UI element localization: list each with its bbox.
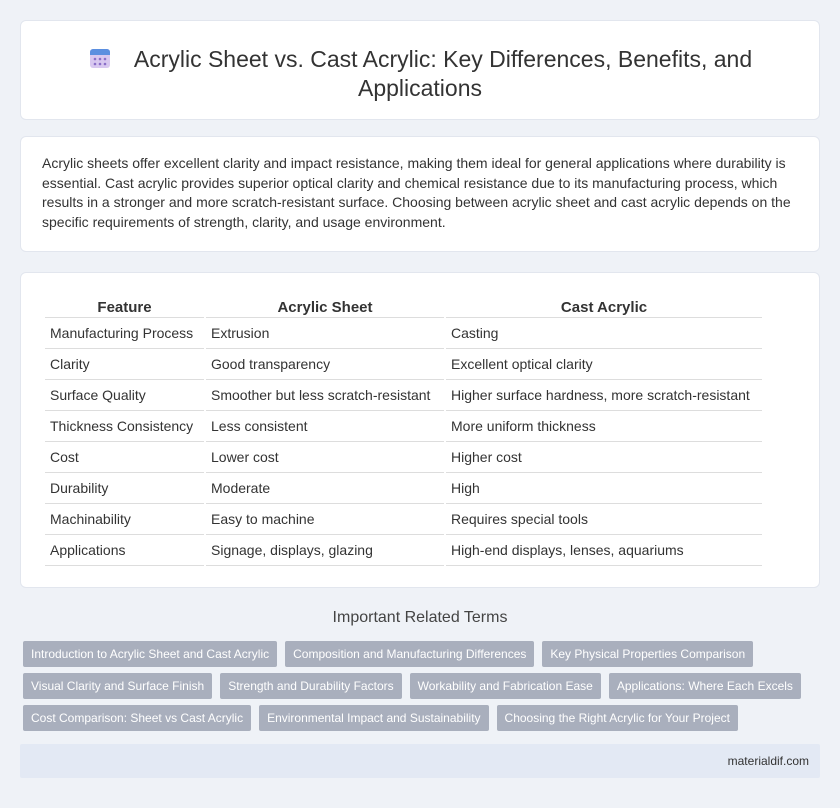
tag-row: Cost Comparison: Sheet vs Cast Acrylic E… — [23, 705, 783, 731]
table-row: Clarity Good transparency Excellent opti… — [45, 349, 762, 380]
table-cell: Machinability — [45, 504, 204, 535]
table-row: Machinability Easy to machine Requires s… — [45, 504, 762, 535]
page-title: Acrylic Sheet vs. Cast Acrylic: Key Diff… — [133, 46, 753, 101]
table-cell: Smoother but less scratch-resistant — [206, 380, 444, 411]
table-cell: Signage, displays, glazing — [206, 535, 444, 566]
related-term-tag[interactable]: Visual Clarity and Surface Finish — [23, 673, 213, 699]
related-terms-tags: Introduction to Acrylic Sheet and Cast A… — [23, 641, 801, 737]
intro-card: Acrylic sheets offer excellent clarity a… — [20, 136, 820, 252]
comparison-card: Feature Acrylic Sheet Cast Acrylic Manuf… — [20, 272, 820, 588]
related-term-tag[interactable]: Composition and Manufacturing Difference… — [285, 641, 535, 667]
table-cell: High — [446, 473, 762, 504]
table-cell: Extrusion — [206, 318, 444, 349]
intro-paragraph: Acrylic sheets offer excellent clarity a… — [42, 155, 791, 231]
table-row: Durability Moderate High — [45, 473, 762, 504]
table-row: Surface Quality Smoother but less scratc… — [45, 380, 762, 411]
table-cell: Surface Quality — [45, 380, 204, 411]
table-cell: Easy to machine — [206, 504, 444, 535]
table-cell: Cost — [45, 442, 204, 473]
header-card: Acrylic Sheet vs. Cast Acrylic: Key Diff… — [20, 20, 820, 120]
table-cell: Applications — [45, 535, 204, 566]
table-cell: Requires special tools — [446, 504, 762, 535]
page-title-wrap: Acrylic Sheet vs. Cast Acrylic: Key Diff… — [21, 45, 819, 103]
table-header-row: Feature Acrylic Sheet Cast Acrylic — [45, 296, 762, 318]
table-cell: Moderate — [206, 473, 444, 504]
footer-bar: materialdif.com — [20, 744, 820, 778]
calendar-icon — [89, 49, 110, 68]
related-term-tag[interactable]: Choosing the Right Acrylic for Your Proj… — [496, 705, 738, 731]
tag-row: Visual Clarity and Surface Finish Streng… — [23, 673, 801, 699]
table-cell: High-end displays, lenses, aquariums — [446, 535, 762, 566]
table-row: Applications Signage, displays, glazing … — [45, 535, 762, 566]
related-term-tag[interactable]: Introduction to Acrylic Sheet and Cast A… — [23, 641, 278, 667]
related-term-tag[interactable]: Applications: Where Each Excels — [608, 673, 801, 699]
table-row: Cost Lower cost Higher cost — [45, 442, 762, 473]
related-term-tag[interactable]: Key Physical Properties Comparison — [542, 641, 754, 667]
related-term-tag[interactable]: Workability and Fabrication Ease — [409, 673, 601, 699]
table-cell: Clarity — [45, 349, 204, 380]
table-cell: Excellent optical clarity — [446, 349, 762, 380]
table-cell: Casting — [446, 318, 762, 349]
table-cell: Thickness Consistency — [45, 411, 204, 442]
header-acrylic-sheet: Acrylic Sheet — [206, 296, 444, 318]
related-term-tag[interactable]: Strength and Durability Factors — [220, 673, 402, 699]
comparison-table: Feature Acrylic Sheet Cast Acrylic Manuf… — [43, 296, 764, 566]
table-row: Thickness Consistency Less consistent Mo… — [45, 411, 762, 442]
related-term-tag[interactable]: Cost Comparison: Sheet vs Cast Acrylic — [23, 705, 252, 731]
table-cell: Less consistent — [206, 411, 444, 442]
footer-site-link[interactable]: materialdif.com — [728, 754, 809, 768]
table-cell: Good transparency — [206, 349, 444, 380]
table-cell: Lower cost — [206, 442, 444, 473]
table-cell: Higher cost — [446, 442, 762, 473]
table-cell: More uniform thickness — [446, 411, 762, 442]
related-term-tag[interactable]: Environmental Impact and Sustainability — [259, 705, 489, 731]
related-terms-title: Important Related Terms — [332, 609, 508, 626]
table-row: Manufacturing Process Extrusion Casting — [45, 318, 762, 349]
header-cast-acrylic: Cast Acrylic — [446, 296, 762, 318]
table-cell: Manufacturing Process — [45, 318, 204, 349]
tag-row: Introduction to Acrylic Sheet and Cast A… — [23, 641, 783, 667]
table-cell: Higher surface hardness, more scratch-re… — [446, 380, 762, 411]
table-cell: Durability — [45, 473, 204, 504]
header-feature: Feature — [45, 296, 204, 318]
